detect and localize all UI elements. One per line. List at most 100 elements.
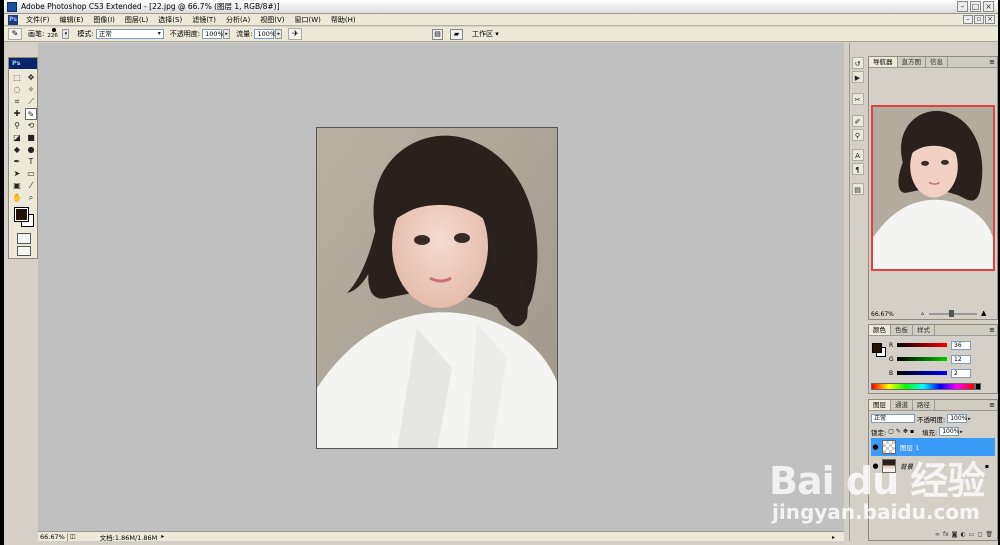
zoom-out-icon[interactable]: ▵ <box>921 310 924 317</box>
palette-well-icon[interactable]: ▤ <box>432 29 443 40</box>
green-slider[interactable] <box>897 357 947 361</box>
menu-filter[interactable]: 滤镜(T) <box>187 15 221 25</box>
blue-slider[interactable] <box>897 371 947 375</box>
lock-image-icon[interactable]: ✎ <box>896 428 901 435</box>
zoom-tool-icon[interactable]: ⌕ <box>25 192 37 204</box>
flow-field[interactable]: 100% <box>254 29 276 39</box>
actions-dock-icon[interactable]: ▶ <box>851 71 864 83</box>
flow-dropdown-arrow[interactable]: ▸ <box>275 29 283 39</box>
layer-opacity-arrow[interactable]: ▸ <box>968 416 971 422</box>
lock-position-icon[interactable]: ✥ <box>903 428 908 435</box>
blend-mode-select[interactable]: 正常 <box>871 414 915 423</box>
red-value-field[interactable]: 36 <box>951 340 971 350</box>
tab-styles[interactable]: 样式 <box>913 325 935 335</box>
workspace-menu[interactable]: 工作区 ▾ <box>468 28 503 40</box>
eraser-tool-icon[interactable]: ◪ <box>11 132 23 144</box>
lock-transparent-icon[interactable]: ▢ <box>888 428 894 435</box>
panel-menu-icon[interactable]: ≡ <box>987 325 997 335</box>
screen-mode-icon[interactable] <box>17 246 31 256</box>
red-slider[interactable] <box>897 343 947 347</box>
layer-comps-dock-icon[interactable]: ▤ <box>851 183 864 195</box>
panel-menu-icon[interactable]: ≡ <box>987 400 997 410</box>
opacity-field[interactable]: 100% <box>202 29 224 39</box>
clone-stamp-icon[interactable]: ⚲ <box>11 120 23 132</box>
lasso-tool-icon[interactable]: ◌ <box>11 84 23 96</box>
shape-tool-icon[interactable]: ▭ <box>25 168 37 180</box>
menu-select[interactable]: 选择(S) <box>153 15 187 25</box>
status-zoom-field[interactable]: 66.67% <box>38 532 68 541</box>
menu-edit[interactable]: 编辑(E) <box>55 15 89 25</box>
brush-preset-icon[interactable]: ✎ <box>8 28 22 40</box>
menu-file[interactable]: 文件(F) <box>21 15 55 25</box>
healing-brush-icon[interactable]: ✚ <box>11 108 23 120</box>
canvas-photo[interactable] <box>316 127 558 449</box>
eyedropper-icon[interactable]: ⁄ <box>25 180 37 192</box>
menu-help[interactable]: 帮助(H) <box>326 15 361 25</box>
navigator-slider-thumb[interactable] <box>949 310 954 317</box>
tool-presets-dock-icon[interactable]: ✂ <box>851 93 864 105</box>
black-swatch[interactable] <box>975 383 981 390</box>
tab-channels[interactable]: 通道 <box>891 400 913 410</box>
minimize-button[interactable]: – <box>957 1 968 12</box>
tab-paths[interactable]: 路径 <box>913 400 935 410</box>
menu-analysis[interactable]: 分析(A) <box>221 15 255 25</box>
brushes-dock-icon[interactable]: ✐ <box>851 115 864 127</box>
opacity-dropdown-arrow[interactable]: ▸ <box>223 29 231 39</box>
tab-layers[interactable]: 图层 <box>869 400 891 410</box>
notes-tool-icon[interactable]: ▣ <box>11 180 23 192</box>
fill-field[interactable]: 100% <box>939 427 959 436</box>
document-icon[interactable]: Ps <box>8 14 18 25</box>
document-workspace[interactable] <box>38 43 844 531</box>
move-tool-icon[interactable]: ✥ <box>25 72 37 84</box>
navigator-preview[interactable] <box>871 105 995 271</box>
fill-arrow[interactable]: ▸ <box>960 429 963 435</box>
green-value-field[interactable]: 12 <box>951 354 971 364</box>
doc-minimize-button[interactable]: – <box>963 15 973 24</box>
menu-window[interactable]: 窗口(W) <box>289 15 325 25</box>
path-select-icon[interactable]: ➤ <box>11 168 23 180</box>
menu-view[interactable]: 视图(V) <box>255 15 289 25</box>
history-dock-icon[interactable]: ↺ <box>851 57 864 69</box>
history-brush-icon[interactable]: ⟲ <box>25 120 37 132</box>
tool-preset-icon[interactable]: ▰ <box>450 29 463 40</box>
maximize-button[interactable]: □ <box>970 1 981 12</box>
slice-tool-icon[interactable]: ⟋ <box>25 96 37 108</box>
tab-color[interactable]: 颜色 <box>869 325 891 335</box>
close-button[interactable]: × <box>983 1 994 12</box>
dodge-tool-icon[interactable]: ● <box>25 144 37 156</box>
panel-menu-icon[interactable]: ≡ <box>987 57 997 67</box>
tab-swatches[interactable]: 色板 <box>891 325 913 335</box>
tab-histogram[interactable]: 直方图 <box>898 57 926 67</box>
blue-value-field[interactable]: 2 <box>951 368 971 378</box>
hand-tool-icon[interactable]: ✋ <box>11 192 23 204</box>
crop-tool-icon[interactable]: ⌗ <box>11 96 23 108</box>
pen-tool-icon[interactable]: ✒ <box>11 156 23 168</box>
gradient-tool-icon[interactable]: ■ <box>25 132 37 144</box>
doc-close-button[interactable]: × <box>985 15 995 24</box>
color-fg-swatch[interactable] <box>872 343 882 353</box>
brush-picker[interactable]: 226 <box>47 28 61 40</box>
airbrush-icon[interactable]: ✈ <box>288 28 303 40</box>
type-tool-icon[interactable]: T <box>25 156 37 168</box>
status-menu-arrow[interactable]: ▸ <box>161 533 164 540</box>
color-spectrum-bar[interactable] <box>871 383 975 390</box>
tab-info[interactable]: 信息 <box>926 57 948 67</box>
brush-tool-icon[interactable]: ✎ <box>25 108 37 120</box>
foreground-color-swatch[interactable] <box>14 207 29 222</box>
paragraph-dock-icon[interactable]: ¶ <box>851 163 864 175</box>
navigator-zoom-field[interactable]: 66.67% <box>871 311 901 318</box>
quick-mask-icon[interactable] <box>17 233 31 244</box>
marquee-tool-icon[interactable]: ⬚ <box>11 72 23 84</box>
mode-select[interactable]: 正常 ▾ <box>95 29 164 39</box>
brush-dropdown-arrow[interactable]: ▾ <box>62 29 70 39</box>
zoom-in-icon[interactable]: ▲ <box>981 309 986 317</box>
blur-tool-icon[interactable]: ◆ <box>11 144 23 156</box>
clone-source-dock-icon[interactable]: ⚲ <box>851 129 864 141</box>
doc-restore-button[interactable]: ▫ <box>974 15 984 24</box>
character-dock-icon[interactable]: A <box>851 149 864 161</box>
layer-opacity-field[interactable]: 100% <box>947 414 967 423</box>
menu-image[interactable]: 图像(I) <box>88 15 120 25</box>
lock-all-icon[interactable]: ▪ <box>910 428 914 435</box>
magic-wand-icon[interactable]: ✧ <box>25 84 37 96</box>
menu-layer[interactable]: 图层(L) <box>120 15 153 25</box>
